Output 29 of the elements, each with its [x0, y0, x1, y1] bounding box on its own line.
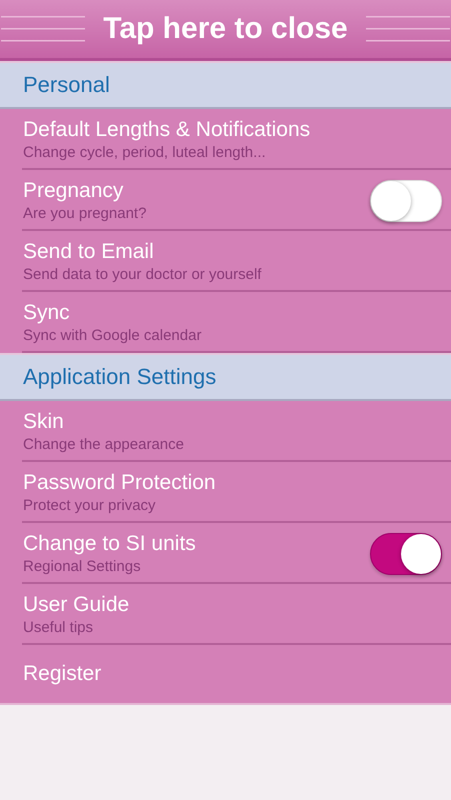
settings-row[interactable]: Sync Sync with Google calendar	[0, 292, 451, 353]
toggle-switch[interactable]	[370, 532, 442, 574]
row-title: User Guide	[23, 593, 130, 617]
settings-row[interactable]: Pregnancy Are you pregnant?	[0, 170, 451, 231]
row-title: Register	[23, 662, 102, 686]
settings-row[interactable]: Default Lengths & Notifications Change cycle, period, luteal length...	[0, 109, 451, 170]
close-button[interactable]: Tap here to close	[103, 12, 348, 46]
row-subtitle: Protect your privacy	[23, 497, 157, 514]
row-subtitle: Useful tips	[23, 619, 94, 636]
row-title: Skin	[23, 410, 65, 434]
row-title: Pregnancy	[23, 179, 124, 203]
row-subtitle: Change the appearance	[23, 436, 185, 453]
section-title: Application Settings	[23, 364, 216, 390]
row-subtitle: Are you pregnant?	[23, 205, 148, 222]
row-title: Change to SI units	[23, 532, 197, 556]
row-subtitle: Regional Settings	[23, 558, 142, 575]
row-subtitle: Sync with Google calendar	[23, 327, 202, 344]
settings-row[interactable]: User Guide Useful tips	[0, 584, 451, 645]
row-title: Password Protection	[23, 471, 217, 495]
section-title: Personal	[23, 72, 110, 98]
settings-row[interactable]: Change to SI units Regional Settings	[0, 523, 451, 584]
settings-row[interactable]: Skin Change the appearance	[0, 401, 451, 462]
row-title: Send to Email	[23, 240, 155, 264]
row-subtitle: Send data to your doctor or yourself	[23, 266, 262, 283]
row-title: Default Lengths & Notifications	[23, 118, 312, 142]
settings-row[interactable]: Password Protection Protect your privacy	[0, 462, 451, 523]
settings-row[interactable]: Send to Email Send data to your doctor or yourself	[0, 231, 451, 292]
row-subtitle: Change cycle, period, luteal length...	[23, 144, 267, 161]
row-title: Sync	[23, 301, 71, 325]
